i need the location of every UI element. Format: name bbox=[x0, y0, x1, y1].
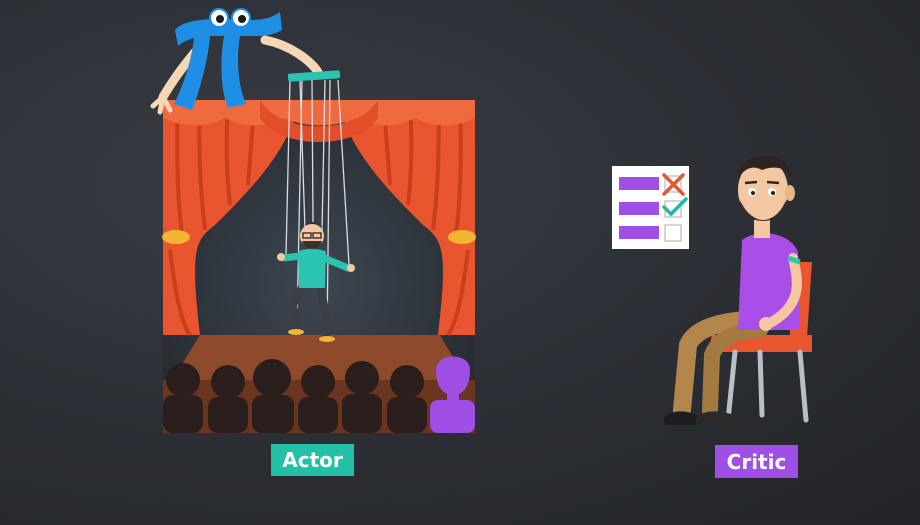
audience-member bbox=[298, 365, 338, 433]
valance bbox=[163, 100, 475, 126]
actor-label: Actor bbox=[271, 444, 354, 476]
left-tieback bbox=[162, 230, 190, 244]
checklist-icon bbox=[612, 166, 689, 249]
critic-label: Critic bbox=[715, 445, 798, 478]
audience-member bbox=[252, 359, 294, 433]
audience-member bbox=[387, 365, 427, 433]
checklist-bar bbox=[619, 202, 659, 215]
checklist-bar bbox=[619, 226, 659, 239]
checklist-bar bbox=[619, 177, 659, 190]
right-tieback bbox=[448, 230, 476, 244]
audience-member bbox=[208, 365, 248, 433]
audience-member bbox=[163, 363, 203, 433]
audience-member bbox=[342, 361, 382, 433]
